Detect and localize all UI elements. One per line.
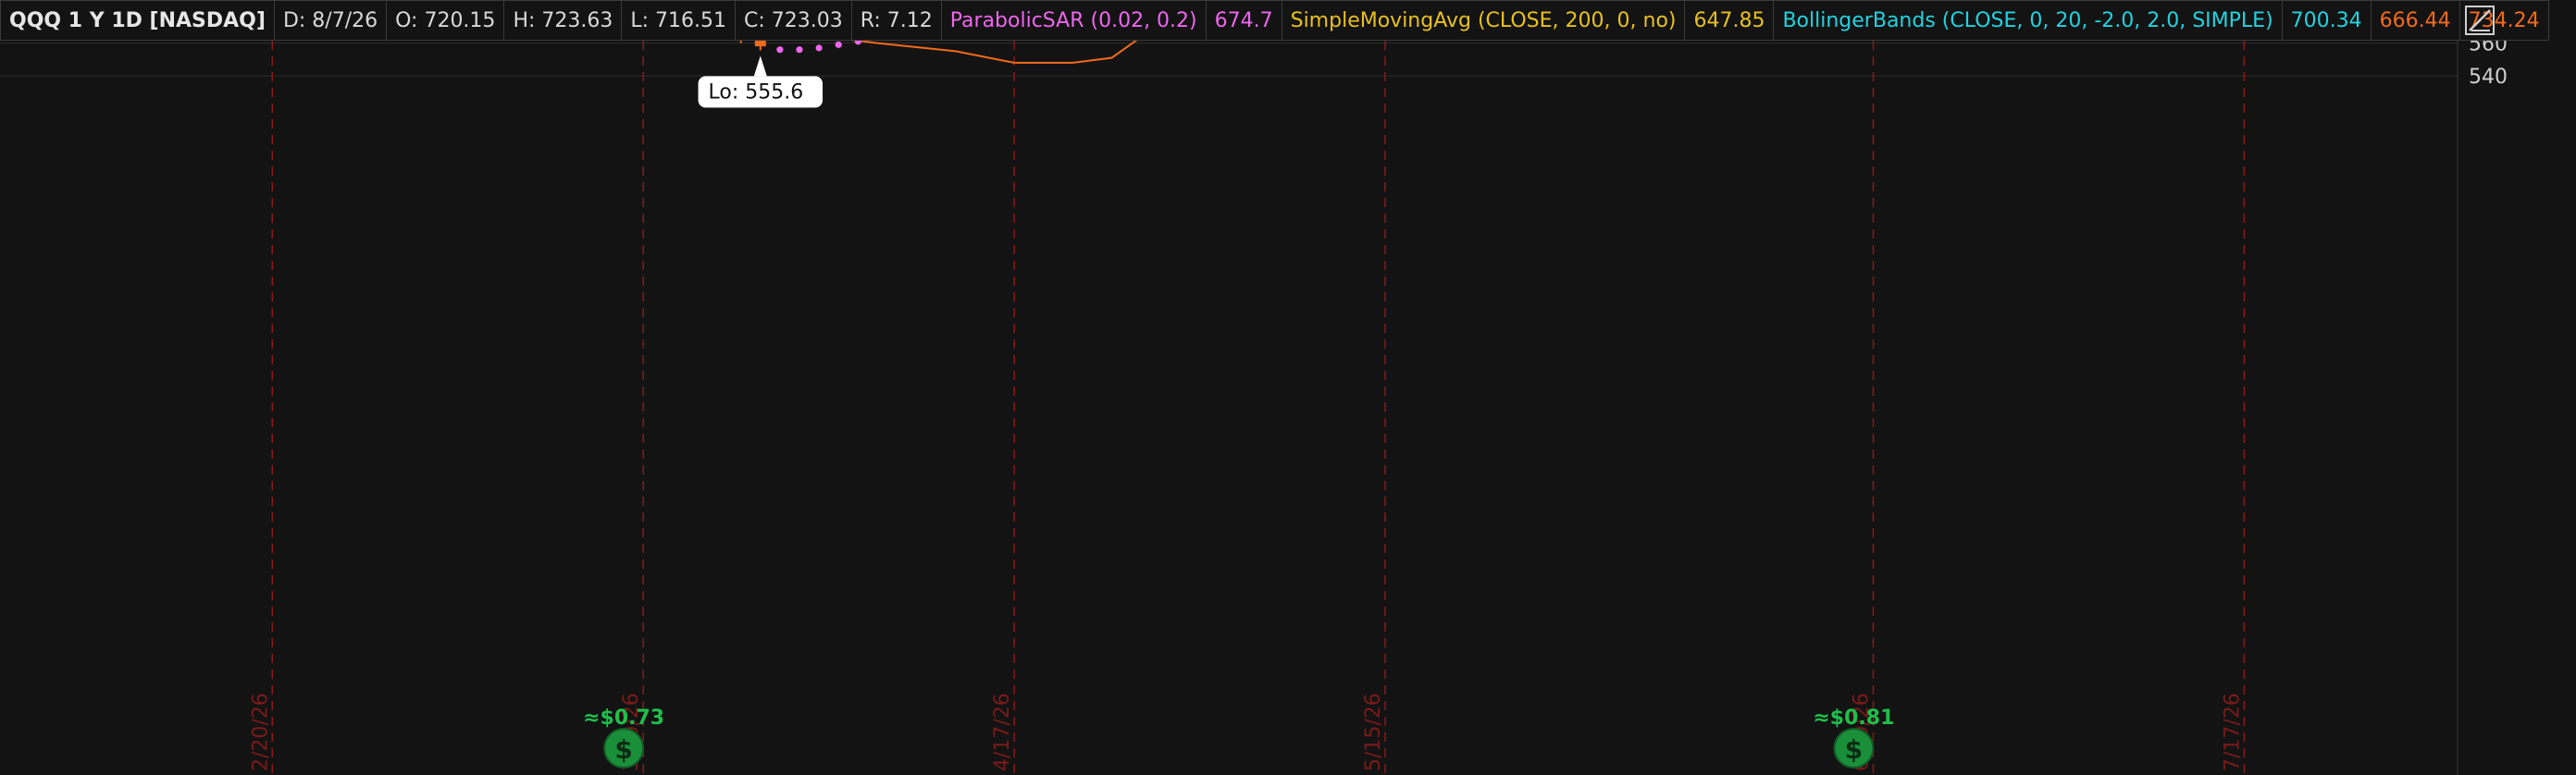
sma-study-label[interactable]: SimpleMovingAvg (CLOSE, 200, 0, no): [1282, 0, 1686, 41]
sar-study-value: 674.7: [1206, 0, 1282, 41]
dividend-label: ≈$0.81: [1813, 707, 1894, 730]
sar-study-label[interactable]: ParabolicSAR (0.02, 0.2): [941, 0, 1207, 41]
dollar-coin-icon: $: [603, 728, 645, 769]
date-marker-label: 7/17/26: [2221, 693, 2244, 771]
sar-dot: [815, 44, 823, 52]
sar-dot: [835, 41, 842, 48]
bb-mid-value: 700.34: [2282, 0, 2372, 41]
chart-header: QQQ 1 Y 1D [NASDAQ] D: 8/7/26 O: 720.15 …: [0, 0, 2549, 41]
dividend-symbol: $: [614, 734, 632, 765]
close-value: C: 723.03: [736, 0, 852, 41]
date-marker-label: 5/15/26: [1362, 693, 1385, 771]
low-callout-text: Lo: 555.6: [709, 80, 804, 104]
dividend-symbol: $: [1845, 734, 1863, 765]
dividend-label: ≈$0.73: [583, 707, 664, 730]
sar-dot: [796, 46, 803, 54]
symbol-label[interactable]: QQQ 1 Y 1D [NASDAQ]: [0, 0, 275, 41]
bb-lower-value: 666.44: [2371, 0, 2460, 41]
sar-dot: [776, 46, 784, 54]
candle-body: [754, 41, 766, 47]
chart-cursor-icon[interactable]: [2458, 0, 2502, 41]
bb-study-label[interactable]: BollingerBands (CLOSE, 0, 20, -2.0, 2.0,…: [1774, 0, 2283, 41]
y-tick-label: 540: [2469, 66, 2508, 89]
date-value: D: 8/7/26: [274, 0, 388, 41]
chart-background: [0, 41, 2576, 775]
y-tick-label: 560: [2469, 41, 2508, 56]
range-value: R: 7.12: [851, 0, 942, 41]
dollar-coin-icon: $: [1833, 728, 1875, 769]
date-marker-label: 2/20/26: [249, 693, 272, 771]
low-value: L: 716.51: [622, 0, 737, 41]
price-chart[interactable]: 5405605806006206406606807007207407602/20…: [0, 41, 2576, 775]
date-marker-label: 4/17/26: [991, 693, 1014, 771]
high-value: H: 723.63: [504, 0, 623, 41]
open-value: O: 720.15: [387, 0, 505, 41]
sma-study-value: 647.85: [1685, 0, 1775, 41]
